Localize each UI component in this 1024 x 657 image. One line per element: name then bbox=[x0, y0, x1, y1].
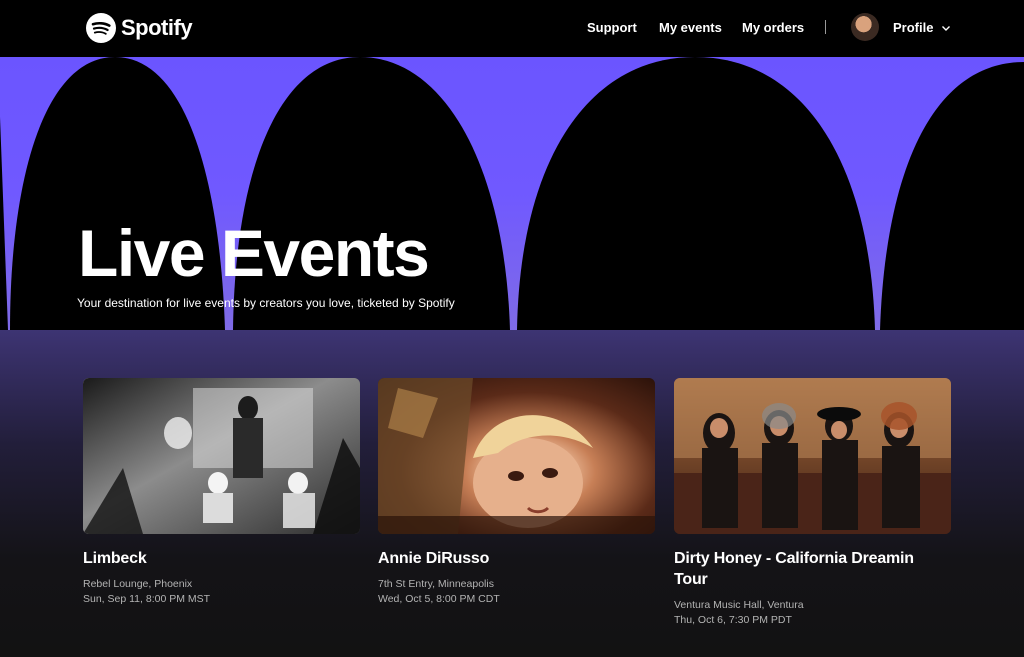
event-name: Dirty Honey - California Dreamin Tour bbox=[674, 550, 914, 588]
brand-name: Spotify bbox=[121, 15, 193, 40]
nav-support[interactable]: Support bbox=[587, 20, 637, 35]
events-section: Limbeck Rebel Lounge, Phoenix Sun, Sep 1… bbox=[0, 330, 1024, 657]
nav-divider bbox=[825, 20, 826, 34]
event-name: Limbeck bbox=[83, 550, 147, 567]
event-card[interactable]: Limbeck Rebel Lounge, Phoenix Sun, Sep 1… bbox=[83, 378, 360, 607]
event-card[interactable]: Annie DiRusso 7th St Entry, Minneapolis … bbox=[378, 378, 655, 607]
profile-menu-button[interactable]: Profile bbox=[893, 20, 951, 35]
event-venue: 7th St Entry, Minneapolis bbox=[378, 578, 494, 590]
page-subtitle: Your destination for live events by crea… bbox=[77, 296, 455, 310]
event-venue: Rebel Lounge, Phoenix bbox=[83, 578, 193, 590]
hero-banner: Live Events Your destination for live ev… bbox=[0, 57, 1024, 330]
event-name: Annie DiRusso bbox=[378, 550, 490, 567]
event-venue: Ventura Music Hall, Ventura bbox=[674, 599, 804, 611]
spotify-logo[interactable]: Spotify bbox=[86, 12, 193, 44]
page-title: Live Events bbox=[78, 216, 430, 290]
nav-my-orders[interactable]: My orders bbox=[742, 20, 804, 35]
event-image bbox=[378, 378, 655, 534]
spotify-logo-icon bbox=[86, 13, 116, 43]
chevron-down-icon bbox=[942, 25, 951, 31]
event-date: Wed, Oct 5, 8:00 PM CDT bbox=[378, 593, 500, 605]
event-date: Thu, Oct 6, 7:30 PM PDT bbox=[674, 614, 792, 626]
event-image bbox=[674, 378, 951, 534]
profile-label: Profile bbox=[893, 20, 934, 35]
event-date: Sun, Sep 11, 8:00 PM MST bbox=[83, 593, 211, 605]
avatar[interactable] bbox=[851, 13, 879, 41]
top-nav: Spotify Support My events My orders Prof… bbox=[0, 0, 1024, 57]
event-card[interactable]: Dirty Honey - California Dreamin Tour Ve… bbox=[674, 378, 951, 628]
nav-my-events[interactable]: My events bbox=[659, 20, 722, 35]
event-image bbox=[83, 378, 360, 534]
